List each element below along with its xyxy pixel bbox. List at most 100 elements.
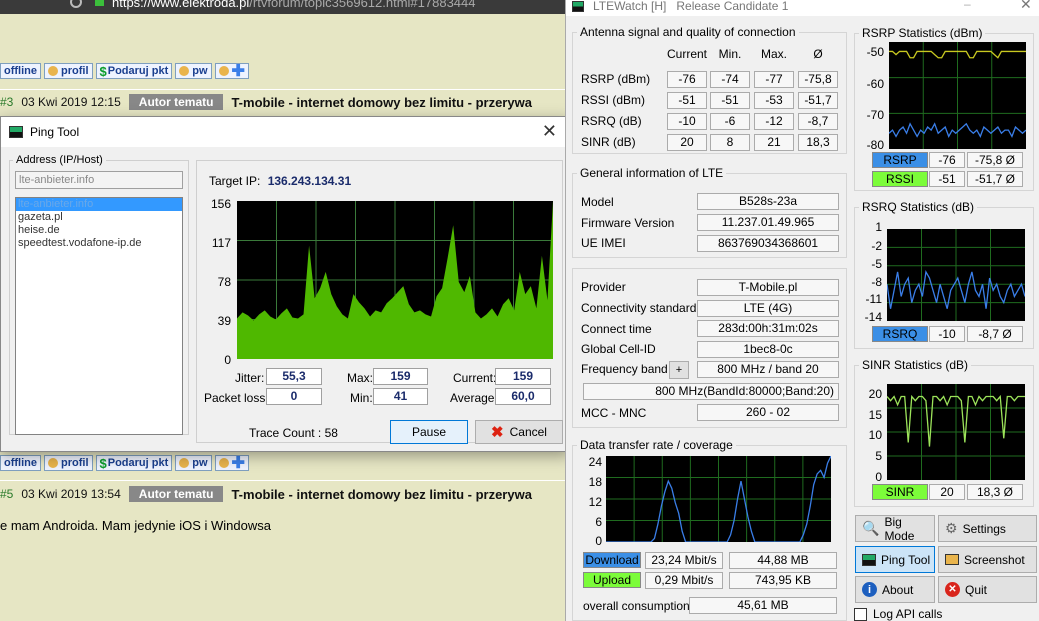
users-icon <box>179 66 190 76</box>
frequency-value: 800 MHz / band 20 <box>697 361 839 378</box>
col-min: Min. <box>718 47 742 61</box>
screenshot-button[interactable]: Screenshot <box>938 546 1037 573</box>
rssi-current: -51 <box>929 171 965 187</box>
post-divider-2 <box>0 480 565 481</box>
about-button[interactable]: i About <box>855 576 935 603</box>
connectivity-label: Connectivity standard <box>581 301 697 315</box>
pause-button[interactable]: Pause <box>390 420 468 444</box>
rsrp-graph <box>889 42 1026 149</box>
ping-title-bar[interactable]: Ping Tool ✕ <box>1 117 569 147</box>
quit-icon: ✕ <box>945 582 960 597</box>
signal-value: -12 <box>754 113 794 130</box>
browser-address-bar[interactable]: https://www.elektroda.pl/rtvforum/topic3… <box>0 0 565 14</box>
signal-value: 18,3 <box>798 134 838 151</box>
frequency-label: Frequency band <box>581 362 668 376</box>
add-friend-button[interactable]: ✚ <box>214 455 249 472</box>
host-list-item[interactable]: lte-anbieter.info <box>16 198 182 211</box>
download-rate: 23,24 Mbit/s <box>645 552 723 569</box>
minimize-icon[interactable]: – <box>964 0 971 11</box>
pw-button[interactable]: pw <box>175 455 212 471</box>
host-list-item[interactable]: speedtest.vodafone-ip.de <box>16 237 182 250</box>
download-total: 44,88 MB <box>729 552 837 569</box>
ping-tool-button[interactable]: Ping Tool <box>855 546 935 573</box>
close-icon[interactable]: ✕ <box>1020 0 1032 13</box>
quit-button[interactable]: ✕ Quit <box>938 576 1037 603</box>
provider-value: T-Mobile.pl <box>697 279 839 296</box>
y-tick: 12 <box>588 495 602 509</box>
rsrp-current: -76 <box>929 152 965 168</box>
post-number[interactable]: #5 <box>0 487 13 501</box>
min-value: 41 <box>373 388 428 405</box>
antenna-title: Antenna signal and quality of connection <box>577 25 799 39</box>
plus-icon: ✚ <box>231 63 245 80</box>
podaruj-label: Podaruj pkt <box>107 65 169 77</box>
host-list[interactable]: lte-anbieter.info gazeta.pl heise.de speedt… <box>15 197 183 435</box>
post-number[interactable]: #3 <box>0 95 13 109</box>
target-ip-value: 136.243.134.31 <box>267 174 352 188</box>
close-icon[interactable]: ✕ <box>542 121 557 142</box>
post-actions-row-1: offline profil $ Podaruj pkt pw ✚ <box>0 63 249 80</box>
plus-icon: ✚ <box>231 455 245 472</box>
log-api-checkbox[interactable] <box>854 608 867 621</box>
expand-band-button[interactable]: + <box>669 361 689 379</box>
add-user-icon <box>218 66 229 76</box>
sinr-average: 18,3 Ø <box>967 484 1023 500</box>
profil-label: profil <box>61 65 89 77</box>
y-tick: 24 <box>588 455 602 469</box>
big-mode-button[interactable]: 🔍 Big Mode <box>855 515 935 543</box>
profil-button[interactable]: profil <box>44 455 93 471</box>
signal-value: -8,7 <box>798 113 838 130</box>
mcc-mnc-value: 260 - 02 <box>697 404 839 421</box>
jitter-label: Jitter: <box>235 371 265 385</box>
about-label: About <box>882 582 914 597</box>
pw-button[interactable]: pw <box>175 63 212 79</box>
url-text[interactable]: https://www.elektroda.pl/rtvforum/topic3… <box>112 0 476 10</box>
podaruj-button[interactable]: $ Podaruj pkt <box>95 63 173 79</box>
rsrq-stats-title: RSRQ Statistics (dB) <box>859 200 978 214</box>
host-list-item[interactable]: gazeta.pl <box>16 211 182 224</box>
imei-label: UE IMEI <box>581 236 626 250</box>
podaruj-button[interactable]: $ Podaruj pkt <box>95 455 173 471</box>
upload-total: 743,95 KB <box>729 572 837 589</box>
offline-button[interactable]: offline <box>0 63 41 79</box>
add-friend-button[interactable]: ✚ <box>214 63 249 80</box>
address-input[interactable]: lte-anbieter.info <box>15 171 183 189</box>
general-title: General information of LTE <box>577 166 727 180</box>
y-tick: -70 <box>866 108 884 122</box>
sinr-graph <box>887 384 1025 480</box>
host-list-item[interactable]: heise.de <box>16 224 182 237</box>
y-tick: 0 <box>595 534 602 548</box>
overall-value: 45,61 MB <box>689 597 837 614</box>
author-badge: Autor tematu <box>128 486 224 502</box>
packet-loss-label: Packet loss: <box>204 391 269 405</box>
y-tick: 117 <box>211 236 231 250</box>
signal-value: -6 <box>710 113 750 130</box>
rsrq-average: -8,7 Ø <box>967 326 1023 342</box>
offline-button[interactable]: offline <box>0 455 41 471</box>
connect-time-label: Connect time <box>581 322 652 336</box>
cell-id-value: 1bec8-0c <box>697 341 839 358</box>
transfer-title: Data transfer rate / coverage <box>577 438 736 452</box>
signal-value: -76 <box>667 71 707 88</box>
post-date: 03 Kwi 2019 12:15 <box>21 95 121 109</box>
signal-value: 21 <box>754 134 794 151</box>
upload-tag: Upload <box>583 572 641 588</box>
model-value: B528s-23a <box>697 193 839 210</box>
band-detail: 800 MHz(BandId:80000;Band:20) <box>583 383 839 400</box>
sinr-tag: SINR <box>872 484 928 500</box>
pause-label: Pause <box>411 425 447 439</box>
dollar-icon: $ <box>99 455 107 471</box>
reload-icon[interactable] <box>70 0 82 8</box>
post-title: T-mobile - internet domowy bez limitu - … <box>231 486 532 502</box>
y-tick: -5 <box>871 257 882 271</box>
post-actions-row-2: offline profil $ Podaruj pkt pw ✚ <box>0 455 249 472</box>
ping-icon <box>862 553 876 566</box>
profil-button[interactable]: profil <box>44 63 93 79</box>
settings-button[interactable]: ⚙ Settings <box>938 515 1037 542</box>
packet-loss-value: 0 <box>266 388 322 405</box>
cell-id-label: Global Cell-ID <box>581 342 656 356</box>
cancel-button[interactable]: ✖ Cancel <box>475 420 563 444</box>
signal-value: 20 <box>667 134 707 151</box>
lte-title-bar[interactable]: LTEWatch [H] Release Candidate 1 – ✕ <box>566 0 1039 16</box>
signal-value: -51,7 <box>798 92 838 109</box>
